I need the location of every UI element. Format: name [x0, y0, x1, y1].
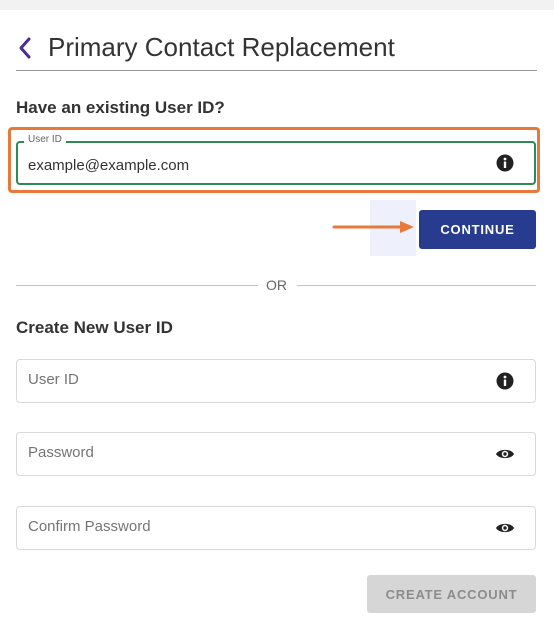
create-account-button[interactable]: CREATE ACCOUNT — [367, 575, 536, 613]
chevron-left-icon — [19, 37, 31, 59]
back-button[interactable] — [16, 36, 34, 60]
or-divider-label: OR — [266, 277, 287, 293]
existing-user-heading: Have an existing User ID? — [16, 98, 225, 117]
continue-button[interactable]: CONTINUE — [419, 210, 536, 249]
confirm-password-placeholder: Confirm Password — [28, 518, 151, 535]
eye-icon[interactable] — [495, 519, 515, 537]
annotation-arrow-icon — [332, 221, 414, 233]
divider-line-right — [297, 285, 536, 286]
password-placeholder: Password — [28, 444, 94, 461]
eye-icon[interactable] — [495, 445, 515, 463]
existing-user-id-label: User ID — [24, 134, 66, 146]
info-icon[interactable] — [496, 154, 514, 172]
new-user-id-placeholder: User ID — [28, 371, 79, 388]
info-icon[interactable] — [496, 372, 514, 390]
divider-line-left — [16, 285, 258, 286]
password-input[interactable] — [16, 432, 536, 476]
page-title: Primary Contact Replacement — [48, 32, 395, 62]
page-header: Primary Contact Replacement — [16, 30, 537, 71]
top-bar — [0, 0, 554, 10]
existing-user-id-value[interactable]: example@example.com — [28, 157, 189, 174]
new-user-id-input[interactable] — [16, 359, 536, 403]
create-user-heading: Create New User ID — [16, 318, 173, 337]
